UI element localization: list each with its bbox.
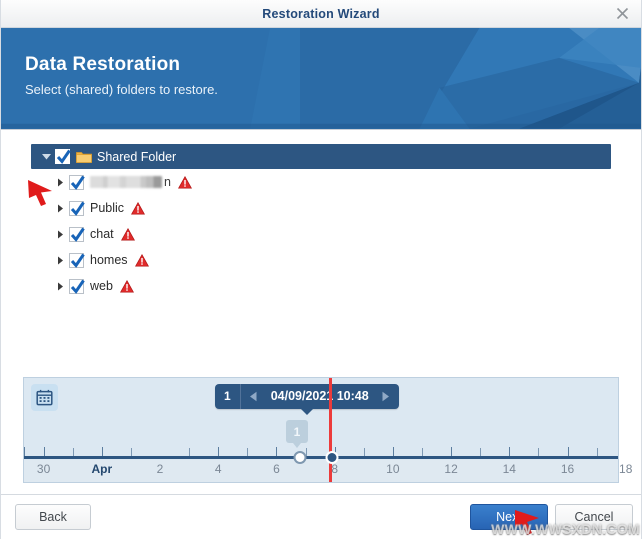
tree-row-web[interactable]: web [31, 273, 611, 299]
axis-label: 14 [502, 462, 516, 476]
caret-right-icon[interactable] [53, 230, 67, 239]
axis-label-month: Apr [91, 462, 113, 476]
caret-left-icon[interactable] [241, 391, 267, 402]
tree-label-redacted-tail: n [164, 175, 171, 189]
axis-tick [276, 447, 278, 456]
axis-tick [567, 447, 569, 456]
checkbox-homes[interactable] [69, 252, 85, 268]
tree-label-public: Public [90, 201, 125, 215]
axis-tick [421, 448, 423, 456]
tree-row-public[interactable]: Public [31, 195, 611, 221]
checkbox-shared-folder[interactable] [55, 149, 71, 164]
caret-right-icon[interactable] [53, 256, 67, 265]
axis-tick [101, 447, 103, 456]
banner-text-block: Data Restoration Select (shared) folders… [25, 54, 218, 97]
timeline-axis[interactable] [24, 456, 618, 459]
axis-label: 12 [444, 462, 458, 476]
page-subtitle: Select (shared) folders to restore. [25, 82, 218, 97]
axis-tick [72, 448, 74, 456]
axis-label: 4 [214, 462, 222, 476]
caret-right-icon[interactable] [373, 391, 399, 402]
pill-pointer [300, 408, 314, 415]
restore-point-datetime: 04/09/2021 10:48 [270, 389, 369, 403]
folder-icon [76, 150, 92, 163]
caret-right-icon[interactable] [53, 178, 67, 187]
axis-tick [363, 448, 365, 456]
warning-icon [134, 253, 149, 267]
axis-labels: 30 Apr 2 4 6 8 10 12 14 16 18 [24, 462, 632, 482]
window-title: Restoration Wizard [262, 6, 380, 21]
warning-icon [120, 227, 135, 241]
caret-right-icon[interactable] [53, 282, 67, 291]
axis-tick [480, 448, 482, 456]
warning-icon [119, 279, 134, 293]
tree-row-homes[interactable]: homes [31, 247, 611, 273]
shared-folder-tree: Shared Folder n Public chat homes web [31, 144, 611, 299]
axis-label: 18 [619, 462, 633, 476]
wizard-banner: Data Restoration Select (shared) folders… [1, 28, 641, 130]
restoration-wizard-window: Restoration Wizard Data Restoration Sele… [0, 0, 642, 539]
axis-tick [451, 447, 453, 456]
warning-icon [131, 201, 146, 215]
axis-tick [538, 448, 540, 456]
axis-label: 2 [156, 462, 164, 476]
back-button[interactable]: Back [15, 504, 91, 530]
checkbox-redacted-folder[interactable] [69, 174, 85, 190]
watermark: WWW.WWSXDN.COM [491, 521, 640, 537]
tree-label-shared-folder: Shared Folder [97, 149, 177, 164]
axis-label: 10 [386, 462, 400, 476]
tree-label-chat: chat [90, 227, 114, 241]
page-title: Data Restoration [25, 54, 181, 75]
tree-label-web: web [90, 279, 113, 293]
warning-icon [177, 175, 192, 189]
axis-tick [130, 448, 132, 456]
axis-tick [43, 447, 45, 456]
axis-tick [24, 447, 25, 456]
axis-tick [218, 447, 220, 456]
axis-label: 8 [331, 462, 338, 476]
tree-row-shared-folder[interactable]: Shared Folder [31, 144, 611, 169]
axis-tick [247, 448, 249, 456]
tree-label-homes: homes [90, 253, 128, 267]
snapshot-count-badge[interactable]: 1 [286, 420, 308, 448]
axis-tick [392, 447, 394, 456]
checkbox-chat[interactable] [69, 226, 85, 242]
selected-point-marker[interactable] [325, 451, 339, 464]
tree-label-redacted [90, 176, 162, 188]
tree-row-redacted[interactable]: n [31, 169, 611, 195]
caret-down-icon[interactable] [39, 153, 53, 160]
axis-tick [596, 448, 598, 456]
restore-point-selector[interactable]: 1 04/09/2021 10:48 [215, 384, 399, 415]
axis-tick [509, 447, 511, 456]
calendar-icon[interactable] [31, 384, 58, 411]
checkbox-web[interactable] [69, 278, 85, 294]
restore-point-timeline[interactable]: 1 04/09/2021 10:48 1 30 Apr 2 4 6 8 10 1… [23, 377, 632, 483]
caret-right-icon[interactable] [53, 204, 67, 213]
checkbox-public[interactable] [69, 200, 85, 216]
axis-label: 30 [36, 462, 51, 476]
tree-row-chat[interactable]: chat [31, 221, 611, 247]
axis-label: 6 [273, 462, 280, 476]
axis-label: 16 [560, 462, 575, 476]
selected-time-indicator[interactable] [329, 378, 333, 482]
axis-tick [189, 448, 191, 456]
window-titlebar: Restoration Wizard [1, 0, 641, 28]
restore-point-count: 1 [215, 384, 241, 409]
close-icon[interactable] [611, 3, 633, 24]
snapshot-marker[interactable] [293, 451, 307, 464]
wizard-content: Shared Folder n Public chat homes web 1 … [1, 130, 641, 494]
